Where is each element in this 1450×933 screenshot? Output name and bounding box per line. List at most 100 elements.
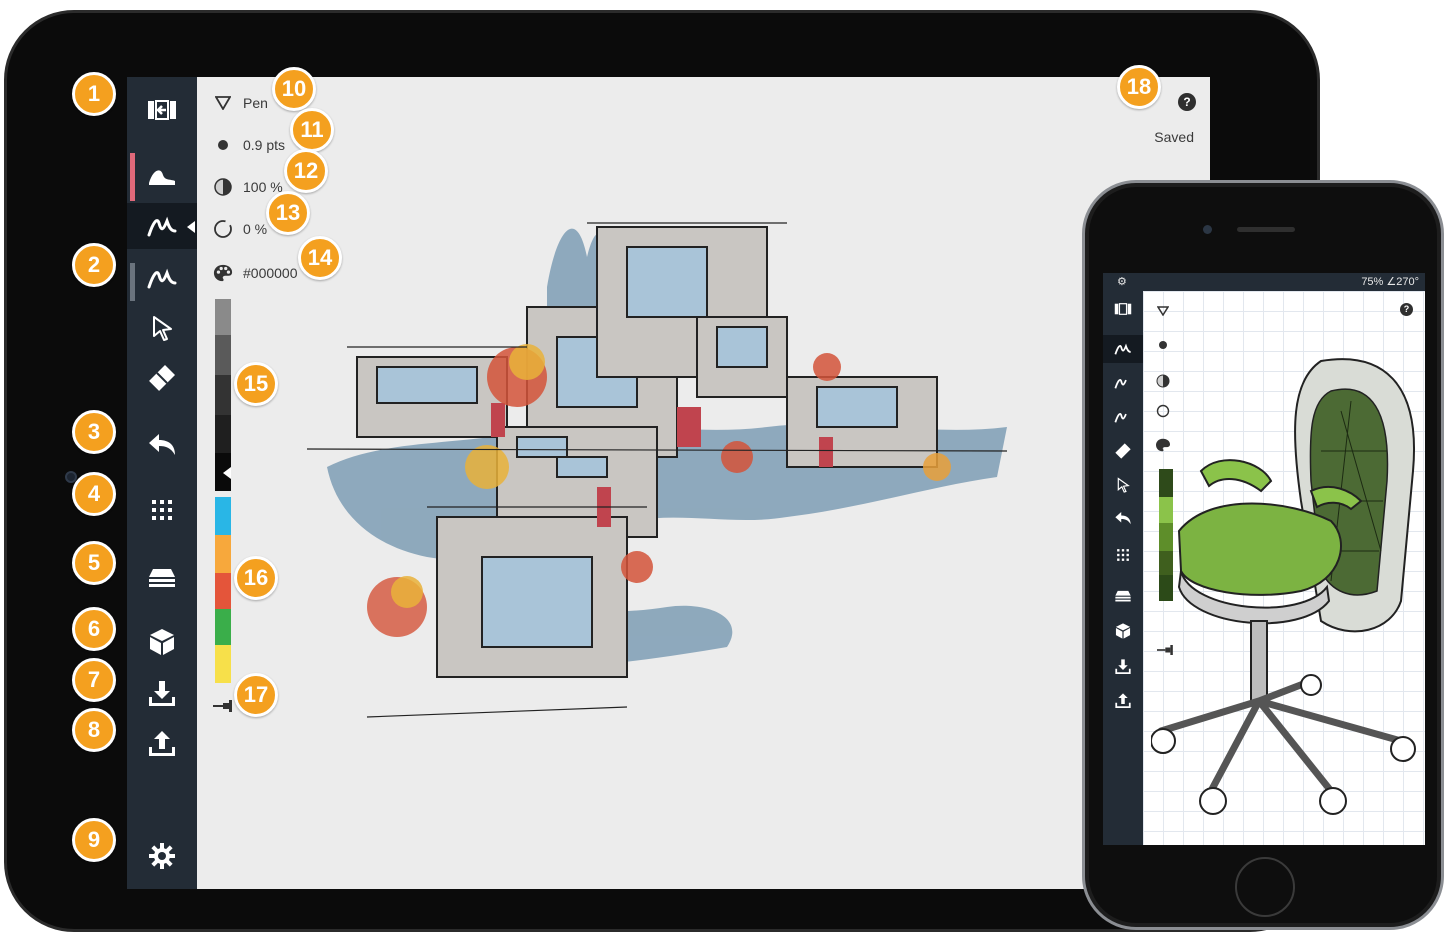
phone-collapse-button[interactable] [1103,295,1143,323]
import-button[interactable] [127,671,197,717]
pencil-stroke-icon [147,268,177,289]
pencil-stroke-icon [1114,378,1127,389]
phone-pen-button[interactable] [1103,335,1143,363]
collapse-sidebar-icon [148,100,176,120]
layers-button[interactable] [127,553,197,599]
select-tool-button[interactable] [127,305,197,351]
pin-palette-button[interactable] [213,699,237,718]
tool-type-property[interactable]: Pen [213,93,268,113]
swatch-orange[interactable] [215,535,231,573]
callout-badge-15: 15 [234,362,278,406]
architecture-sketch [307,222,1008,718]
half-circle-icon [213,177,233,197]
palette-icon [213,263,233,283]
save-status: Saved [1154,129,1194,145]
collapse-sidebar-icon [1114,303,1132,315]
undo-icon [1115,511,1131,525]
pen-tool-button[interactable] [127,203,197,249]
active-caret [187,221,195,233]
share-button[interactable] [127,721,197,767]
phone-share-button[interactable] [1103,687,1143,715]
arrow-cursor-icon [153,316,172,341]
swatch-yellow[interactable] [215,645,231,683]
settings-button[interactable] [127,833,197,879]
callout-badge-10: 10 [272,67,316,111]
phone-drawing-canvas[interactable]: ? [1143,291,1425,845]
callout-badge-1: 1 [72,72,116,116]
callout-badge-13: 13 [266,191,310,235]
color-palette [215,497,231,683]
smoothing-property[interactable]: 0 % [213,219,267,239]
phone-camera [1203,225,1212,234]
tool-sidebar [127,77,197,889]
phone-status-bar: ⚙ 75% ∠270° [1103,273,1425,291]
callout-badge-12: 12 [284,149,328,193]
eraser-tool-button[interactable] [127,355,197,401]
phone-pencil-button[interactable] [1103,369,1143,397]
stroke-size-property[interactable]: 0.9 pts [213,135,285,155]
callout-badge-14: 14 [298,236,342,280]
collapse-sidebar-button[interactable] [127,87,197,133]
swatch-green[interactable] [215,609,231,645]
phone-zoom-rotation: 75% ∠270° [1361,276,1419,288]
phone-undo-button[interactable] [1103,505,1143,533]
swatch-grey-2[interactable] [215,335,231,375]
cube-icon [1115,623,1131,639]
stroke-size-value: 0.9 pts [243,137,286,153]
dot-icon [213,135,233,155]
lasso-circle-icon [213,219,233,239]
phone-tool-type[interactable] [1155,303,1171,319]
selected-swatch-caret [223,467,231,479]
triangle-down-icon [1157,306,1169,316]
cube-icon [150,629,174,655]
swatch-grey-3[interactable] [215,375,231,415]
phone-3d-button[interactable] [1103,617,1143,645]
undo-button[interactable] [127,423,197,469]
phone-status-icon: ⚙ [1117,276,1127,288]
help-button[interactable]: ? [1178,93,1196,111]
swatch-red[interactable] [215,573,231,609]
phone-speaker [1237,227,1295,232]
tool-name: Pen [243,95,268,111]
phone-help-button[interactable]: ? [1400,303,1413,316]
phone-screen: ⚙ 75% ∠270° ? [1103,273,1425,845]
swatch-grey-1[interactable] [215,299,231,335]
phone-eraser-button[interactable] [1103,437,1143,465]
swatch-cyan[interactable] [215,497,231,535]
callout-badge-5: 5 [72,541,116,585]
smoothing-value: 0 % [243,221,268,237]
phone-brush-button[interactable] [1103,403,1143,431]
callout-badge-9: 9 [72,818,116,862]
phone-device: ⚙ 75% ∠270° ? [1082,180,1444,930]
3d-objects-button[interactable] [127,619,197,665]
office-chair-sketch [1151,358,1416,815]
color-property[interactable]: #000000 [213,263,298,283]
product-showcase: Pen 0.9 pts 100 % 0 % #000000 ? Saved ⚙ … [0,0,1450,933]
layers-icon [149,569,175,587]
sketch-brush-button[interactable] [127,153,197,199]
phone-grid-button[interactable] [1103,541,1143,569]
callout-badge-4: 4 [72,472,116,516]
phone-home-button [1235,857,1295,917]
grid-menu-button[interactable] [127,487,197,533]
callout-badge-17: 17 [234,673,278,717]
opacity-property[interactable]: 100 % [213,177,283,197]
callout-badge-7: 7 [72,658,116,702]
eraser-icon [149,365,175,391]
upload-icon [149,731,175,756]
callout-badge-18: 18 [1117,65,1161,109]
color-value: #000000 [243,265,298,281]
phone-import-button[interactable] [1103,653,1143,681]
pencil-tool-button[interactable] [127,255,197,301]
drawing-canvas[interactable]: Pen 0.9 pts 100 % 0 % #000000 ? Saved [197,77,1210,889]
callout-badge-6: 6 [72,607,116,651]
layers-icon [1115,590,1131,602]
swatch-grey-4[interactable] [215,415,231,453]
callout-badge-8: 8 [72,708,116,752]
gear-icon [149,843,175,869]
arrow-cursor-icon [1117,477,1130,493]
phone-select-button[interactable] [1103,471,1143,499]
phone-layers-button[interactable] [1103,581,1143,609]
download-icon [149,681,175,706]
callout-badge-16: 16 [234,556,278,600]
